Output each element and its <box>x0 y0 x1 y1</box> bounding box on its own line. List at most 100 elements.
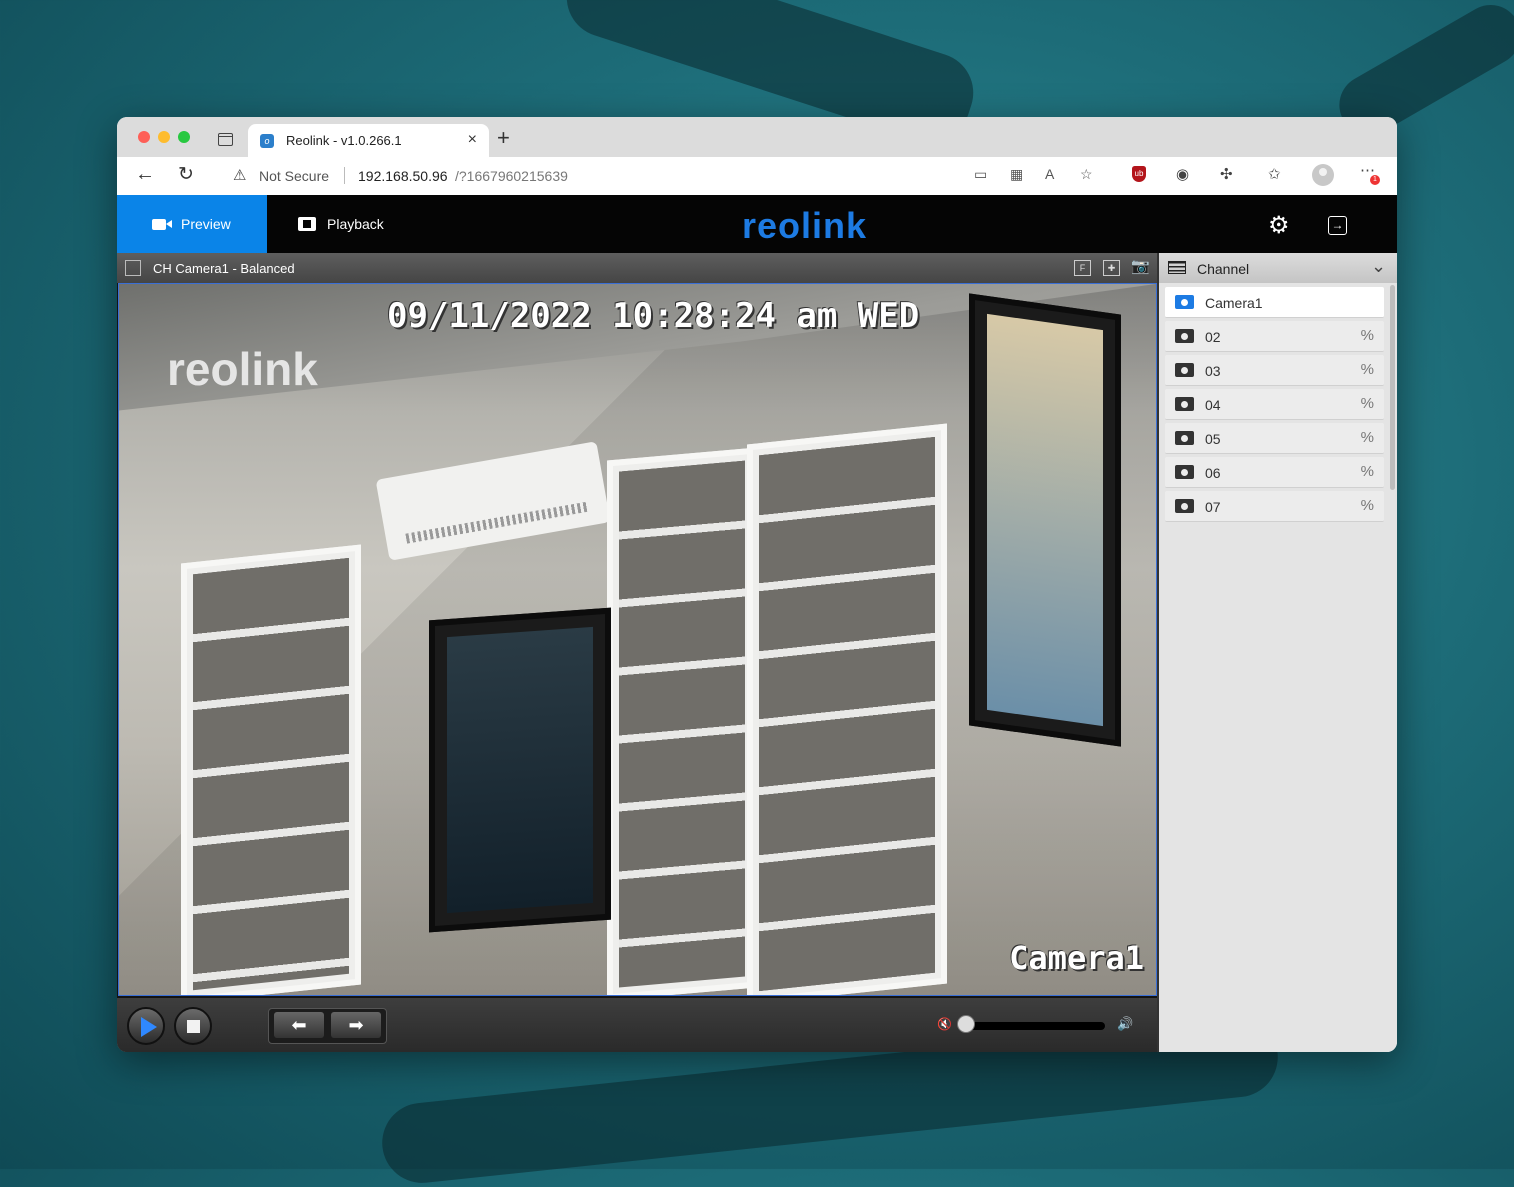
address-separator <box>344 167 345 184</box>
camera-icon <box>1175 329 1194 343</box>
film-icon <box>298 217 316 231</box>
browser-toolbar: ← ↻ ⚠ Not Secure 192.168.50.96 /?1667960… <box>117 157 1397 196</box>
channel-panel-header[interactable]: Channel ⌄ <box>1159 253 1397 283</box>
channel-panel: Channel ⌄ Camera1 02 % 03 % 04 % 05 % 06… <box>1157 253 1397 1052</box>
video-poster-center <box>429 607 611 933</box>
stop-icon <box>187 1020 200 1033</box>
disconnected-icon: % <box>1360 395 1374 412</box>
camera-icon <box>1175 295 1194 309</box>
channel-tree-icon <box>125 260 141 276</box>
url-path: /?1667960215639 <box>455 168 568 184</box>
channel-item-05[interactable]: 05 % <box>1165 423 1384 454</box>
disconnected-icon: % <box>1360 497 1374 514</box>
channel-label: 07 <box>1205 499 1221 515</box>
browser-window: o Reolink - v1.0.266.1 × + ← ↻ ⚠ Not Sec… <box>117 117 1397 1052</box>
disconnected-icon: % <box>1360 327 1374 344</box>
new-tab-icon[interactable]: + <box>497 125 510 151</box>
channel-panel-title: Channel <box>1197 261 1250 277</box>
video-camera-icon <box>152 219 172 230</box>
playback-controls: ⬅ ➡ 🔇 🔊 <box>117 998 1157 1052</box>
channel-switch-group: ⬅ ➡ <box>268 1008 387 1044</box>
browser-tab[interactable]: o Reolink - v1.0.266.1 × <box>248 124 489 157</box>
video-poster-right <box>969 293 1121 747</box>
channel-scrollbar[interactable] <box>1390 285 1395 490</box>
disconnected-icon: % <box>1360 463 1374 480</box>
preview-label: Preview <box>181 216 231 232</box>
video-air-conditioner <box>375 441 611 561</box>
camera-video-feed[interactable]: 09/11/2022 10:28:24 am WED reolink Camer… <box>118 283 1157 996</box>
channel-label: 02 <box>1205 329 1221 345</box>
tab-preview[interactable]: Preview <box>117 195 267 253</box>
video-title: CH Camera1 - Balanced <box>153 261 295 276</box>
video-cabinet-center <box>607 447 757 995</box>
mute-icon[interactable]: 🔇 <box>937 1017 952 1031</box>
channel-item-03[interactable]: 03 % <box>1165 355 1384 386</box>
logout-icon[interactable]: → <box>1328 216 1347 235</box>
warning-icon[interactable]: ⚠ <box>233 166 246 184</box>
extensions-icon[interactable]: ✣ <box>1220 165 1233 183</box>
channel-item-07[interactable]: 07 % <box>1165 491 1384 522</box>
osd-watermark: reolink <box>167 343 318 395</box>
previous-channel-button[interactable]: ⬅ <box>274 1012 324 1038</box>
video-titlebar: CH Camera1 - Balanced F ✚ 📷 <box>117 253 1157 283</box>
security-status[interactable]: Not Secure <box>259 168 329 184</box>
screencast-icon[interactable]: ▭ <box>974 166 987 183</box>
favorites-icon[interactable]: ✩ <box>1268 165 1281 183</box>
reolink-favicon-icon: o <box>260 134 274 148</box>
video-cabinet-left <box>181 544 361 995</box>
gear-icon[interactable]: ⚙ <box>1268 211 1290 240</box>
read-aloud-icon[interactable]: A <box>1045 166 1054 182</box>
chevron-down-icon[interactable]: ⌄ <box>1371 256 1386 277</box>
notification-badge: 1 <box>1370 175 1380 185</box>
tab-title: Reolink - v1.0.266.1 <box>286 133 402 148</box>
channel-label: 04 <box>1205 397 1221 413</box>
camera-icon <box>1175 397 1194 411</box>
video-cabinet-right <box>747 423 947 995</box>
next-channel-button[interactable]: ➡ <box>331 1012 381 1038</box>
zoom-window-button[interactable] <box>178 131 190 143</box>
channel-label: 06 <box>1205 465 1221 481</box>
camera-icon <box>1175 431 1194 445</box>
channel-item-04[interactable]: 04 % <box>1165 389 1384 420</box>
play-icon <box>141 1017 157 1037</box>
minimize-window-button[interactable] <box>158 131 170 143</box>
tab-playback[interactable]: Playback <box>267 195 407 253</box>
apps-grid-icon[interactable]: ▦ <box>1010 166 1023 183</box>
zoom-icon[interactable]: ✚ <box>1103 260 1120 276</box>
volume-slider[interactable] <box>963 1022 1105 1030</box>
volume-slider-handle[interactable] <box>957 1015 975 1033</box>
channel-item-camera1[interactable]: Camera1 <box>1165 287 1384 318</box>
channel-item-02[interactable]: 02 % <box>1165 321 1384 352</box>
camera-icon <box>1175 499 1194 513</box>
reolink-logo: reolink <box>742 205 868 246</box>
channel-label: 05 <box>1205 431 1221 447</box>
list-icon <box>1168 261 1186 274</box>
url-host: 192.168.50.96 <box>358 168 448 184</box>
app-header: Preview Playback reolink ⚙ → <box>117 195 1397 253</box>
ublock-shield-icon[interactable]: ub <box>1132 166 1146 182</box>
back-arrow-icon[interactable]: ← <box>135 163 155 186</box>
play-button[interactable] <box>127 1007 165 1045</box>
password-manager-icon[interactable]: ◉ <box>1176 165 1189 183</box>
address-bar[interactable]: ⚠ Not Secure 192.168.50.96 /?16679602156… <box>219 161 1099 190</box>
playback-label: Playback <box>327 216 384 232</box>
channel-label: Camera1 <box>1205 295 1263 311</box>
osd-timestamp: 09/11/2022 10:28:24 am WED <box>387 296 920 336</box>
volume-icon[interactable]: 🔊 <box>1117 1016 1133 1032</box>
live-view-panel: CH Camera1 - Balanced F ✚ 📷 09/11/2022 1… <box>117 253 1157 1052</box>
close-window-button[interactable] <box>138 131 150 143</box>
snapshot-camera-icon[interactable]: 📷 <box>1131 259 1150 274</box>
close-tab-icon[interactable]: × <box>468 131 477 149</box>
osd-camera-name: Camera1 <box>1009 939 1144 977</box>
channel-item-06[interactable]: 06 % <box>1165 457 1384 488</box>
disconnected-icon: % <box>1360 361 1374 378</box>
stop-button[interactable] <box>174 1007 212 1045</box>
camera-icon <box>1175 363 1194 377</box>
fit-screen-icon[interactable]: F <box>1074 260 1091 276</box>
channel-label: 03 <box>1205 363 1221 379</box>
tab-strip: o Reolink - v1.0.266.1 × + <box>117 117 1397 157</box>
tab-actions-icon[interactable] <box>218 133 233 146</box>
profile-avatar[interactable] <box>1312 164 1334 186</box>
add-favorite-icon[interactable]: ☆ <box>1080 166 1093 183</box>
reload-icon[interactable]: ↻ <box>178 163 194 186</box>
